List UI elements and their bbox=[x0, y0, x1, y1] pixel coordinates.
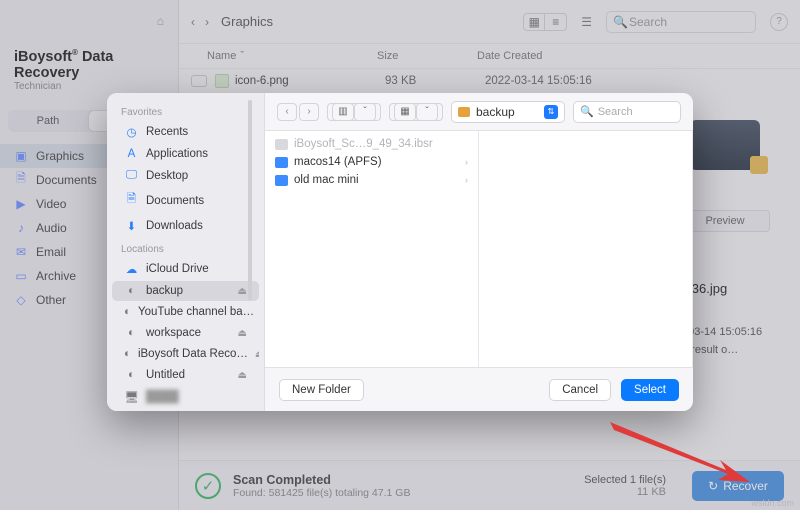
sidebar-item-label: Documents bbox=[146, 195, 204, 207]
apps-icon: A bbox=[124, 148, 139, 160]
search-icon: 🔍 bbox=[580, 105, 594, 118]
save-dialog: Favorites ◷ Recents A Applications 🖵 Desktop 🗎… bbox=[107, 93, 693, 411]
folder-icon bbox=[458, 107, 470, 117]
dialog-column-2 bbox=[479, 131, 693, 367]
sidebar-item-desktop[interactable]: 🖵 Desktop bbox=[112, 165, 259, 186]
select-button[interactable]: Select bbox=[621, 379, 679, 401]
eject-icon[interactable]: ⏏ bbox=[238, 328, 247, 339]
entry-label: macos14 (APFS) bbox=[294, 156, 382, 168]
sidebar-item-recents[interactable]: ◷ Recents bbox=[112, 121, 259, 143]
clock-icon: ◷ bbox=[124, 125, 139, 139]
sidebar-item-location[interactable]: ☁ iCloud Drive bbox=[112, 258, 259, 280]
favorites-header: Favorites bbox=[107, 101, 264, 120]
drive-icon: ◐ bbox=[124, 327, 139, 339]
column-entry[interactable]: old mac mini › bbox=[265, 171, 478, 189]
dialog-toolbar: ‹ › ▥ ˇ ▦ ˇ backup ⇅ 🔍 Search bbox=[265, 93, 693, 131]
chevron-right-icon: › bbox=[465, 157, 468, 167]
dialog-group-button[interactable]: ▦ ˇ bbox=[389, 103, 443, 121]
new-folder-button[interactable]: New Folder bbox=[279, 379, 364, 401]
dialog-back-button[interactable]: ‹ bbox=[277, 103, 297, 121]
dialog-path-popup[interactable]: backup ⇅ bbox=[451, 101, 565, 123]
folder-icon bbox=[275, 175, 288, 186]
folder-icon bbox=[275, 157, 288, 168]
sidebar-item-label: Recents bbox=[146, 126, 188, 138]
sidebar-item-documents[interactable]: 🗎 Documents bbox=[112, 187, 259, 214]
dialog-forward-button[interactable]: › bbox=[299, 103, 319, 121]
sidebar-item-label: YouTube channel ba… bbox=[138, 306, 254, 318]
sidebar-item-applications[interactable]: A Applications bbox=[112, 144, 259, 164]
dialog-search-field[interactable]: 🔍 Search bbox=[573, 101, 681, 123]
sidebar-item-location[interactable]: ⊕Network bbox=[112, 409, 259, 411]
documents-icon: 🗎 bbox=[124, 191, 139, 210]
dialog-search-placeholder: Search bbox=[598, 106, 633, 118]
sidebar-item-label: backup bbox=[146, 285, 183, 297]
document-icon bbox=[275, 139, 288, 150]
chevron-right-icon: › bbox=[465, 175, 468, 185]
dialog-footer: New Folder Cancel Select bbox=[265, 367, 693, 411]
sidebar-item-label: Applications bbox=[146, 148, 208, 160]
sidebar-item-location[interactable]: 🖥 ████ bbox=[112, 386, 259, 408]
dialog-sidebar: Favorites ◷ Recents A Applications 🖵 Desktop 🗎… bbox=[107, 93, 265, 411]
downloads-icon: ⬇ bbox=[124, 219, 139, 233]
sidebar-item-location[interactable]: ◐ backup ⏏ bbox=[112, 281, 259, 301]
sidebar-item-downloads[interactable]: ⬇ Downloads bbox=[112, 215, 259, 237]
column-entry[interactable]: iBoysoft_Sc…9_49_34.ibsr bbox=[265, 135, 478, 153]
desktop-icon: 🖵 bbox=[124, 169, 139, 182]
dialog-main: ‹ › ▥ ˇ ▦ ˇ backup ⇅ 🔍 Search iBoysoft_S… bbox=[265, 93, 693, 411]
sidebar-item-location[interactable]: ◐ Untitled ⏏ bbox=[112, 365, 259, 385]
sidebar-item-label: iCloud Drive bbox=[146, 263, 209, 275]
drive-icon: ◐ bbox=[124, 369, 139, 381]
sidebar-item-location[interactable]: ◐YouTube channel ba…⏏ bbox=[112, 302, 259, 322]
sidebar-item-label: ████ bbox=[146, 391, 179, 403]
icloud-icon: ☁ bbox=[124, 262, 139, 276]
watermark: wsldn.com bbox=[751, 498, 794, 508]
dialog-current-folder: backup bbox=[476, 105, 515, 119]
sidebar-item-label: Desktop bbox=[146, 170, 188, 182]
entry-label: old mac mini bbox=[294, 174, 359, 186]
locations-header: Locations bbox=[107, 238, 264, 257]
entry-label: iBoysoft_Sc…9_49_34.ibsr bbox=[294, 138, 433, 150]
dialog-columns-view-button[interactable]: ▥ ˇ bbox=[327, 103, 381, 121]
sidebar-item-location[interactable]: ◐ workspace ⏏ bbox=[112, 323, 259, 343]
drive-icon: ◐ bbox=[124, 306, 131, 318]
sidebar-item-label: Downloads bbox=[146, 220, 203, 232]
sidebar-item-label: iBoysoft Data Reco… bbox=[138, 348, 248, 360]
column-entry[interactable]: macos14 (APFS) › bbox=[265, 153, 478, 171]
dialog-column-1: iBoysoft_Sc…9_49_34.ibsrmacos14 (APFS)›o… bbox=[265, 131, 479, 367]
updown-icon: ⇅ bbox=[544, 105, 558, 119]
cancel-button[interactable]: Cancel bbox=[549, 379, 611, 401]
sidebar-item-label: Untitled bbox=[146, 369, 185, 381]
eject-icon[interactable]: ⏏ bbox=[255, 349, 259, 360]
sidebar-item-location[interactable]: ◐ iBoysoft Data Reco… ⏏ bbox=[112, 344, 259, 364]
drive-icon: ◐ bbox=[124, 348, 131, 360]
dialog-sidebar-scrollbar[interactable] bbox=[248, 100, 252, 300]
drive-icon: ◐ bbox=[124, 285, 139, 297]
eject-icon[interactable]: ⏏ bbox=[238, 286, 247, 297]
eject-icon[interactable]: ⏏ bbox=[238, 370, 247, 381]
monitor-icon: 🖥 bbox=[124, 390, 139, 404]
dialog-column-browser: iBoysoft_Sc…9_49_34.ibsrmacos14 (APFS)›o… bbox=[265, 131, 693, 367]
sidebar-item-label: workspace bbox=[146, 327, 201, 339]
